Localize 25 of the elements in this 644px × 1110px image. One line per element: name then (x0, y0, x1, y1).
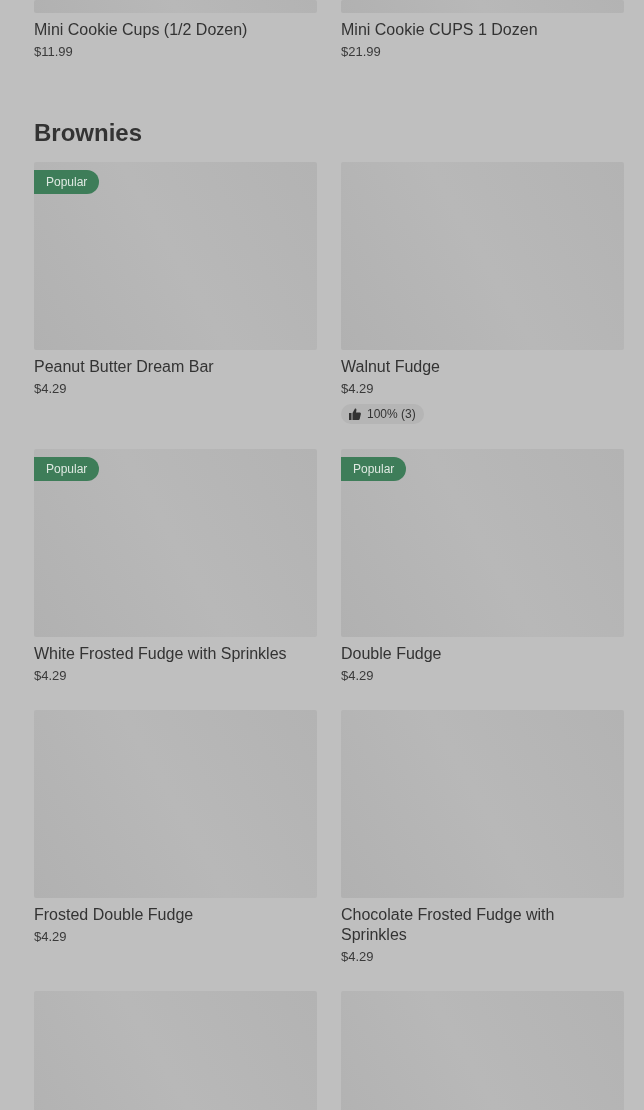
section-heading: Brownies (34, 118, 144, 148)
item-name[interactable]: Peanut Butter Dream Bar (34, 357, 214, 377)
item-name[interactable]: Mini Cookie CUPS 1 Dozen (341, 20, 538, 40)
item-name[interactable]: Double Fudge (341, 644, 442, 664)
item-price: $4.29 (34, 380, 67, 398)
thumbs-up-icon (349, 408, 361, 420)
item-name[interactable]: Mini Cookie Cups (1/2 Dozen) (34, 20, 248, 40)
item-price: $4.29 (34, 928, 67, 946)
item-name[interactable]: Frosted Double Fudge (34, 905, 194, 925)
item-price: $11.99 (34, 43, 73, 61)
item-name[interactable]: Walnut Fudge (341, 357, 440, 377)
item-price: $21.99 (341, 43, 381, 61)
image-placeholder[interactable]: Popular (341, 449, 624, 637)
rating-chip: 100% (3) (341, 404, 424, 424)
item-price: $4.29 (341, 667, 374, 685)
item-price: $4.29 (341, 948, 374, 966)
item-price: $4.29 (34, 667, 67, 685)
image-placeholder[interactable]: Popular (34, 162, 317, 350)
item-name[interactable]: Chocolate Frosted Fudge with Sprinkles (341, 905, 624, 945)
popular-badge: Popular (341, 457, 407, 481)
item-price: $4.29 (341, 380, 374, 398)
popular-badge: Popular (34, 170, 100, 194)
image-placeholder[interactable]: Popular (34, 449, 317, 637)
item-name[interactable]: White Frosted Fudge with Sprinkles (34, 644, 287, 664)
popular-badge: Popular (34, 457, 100, 481)
